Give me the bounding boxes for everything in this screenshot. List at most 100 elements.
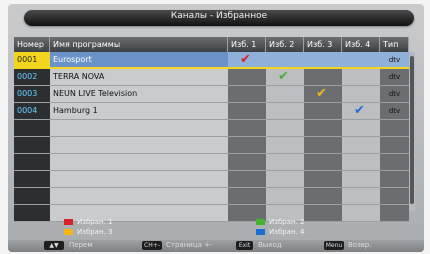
header-fav2: Изб. 2 — [266, 37, 304, 52]
channel-number: 0001 — [14, 52, 50, 69]
legend-fav1: Избран. 1 — [64, 217, 113, 227]
fav3-cell[interactable] — [304, 69, 342, 86]
channel-type — [380, 205, 409, 222]
fav4-cell — [342, 137, 380, 154]
fav4-cell — [342, 188, 380, 205]
channel-number: 0004 — [14, 103, 50, 120]
checkmark-icon: ✔ — [240, 52, 251, 67]
fav2-cell — [266, 137, 304, 154]
channel-type — [380, 120, 409, 137]
fav2-cell — [266, 120, 304, 137]
header-number: Номер — [14, 37, 50, 52]
channel-type — [380, 188, 409, 205]
channel-name — [50, 188, 228, 205]
fav4-cell — [342, 120, 380, 137]
fav4-cell — [342, 205, 380, 222]
fav3-cell[interactable] — [304, 103, 342, 120]
channel-row[interactable]: 0002 TERRA NOVA ✔ dtv — [14, 69, 409, 86]
channel-type — [380, 171, 409, 188]
header-program-name: Имя программы — [50, 37, 228, 52]
fav1-cell — [228, 188, 266, 205]
fav2-cell — [266, 171, 304, 188]
fav4-cell[interactable] — [342, 69, 380, 86]
header-type: Тип — [380, 37, 409, 52]
fav3-cell — [304, 120, 342, 137]
empty-row — [14, 137, 409, 154]
checkmark-icon: ✔ — [278, 69, 289, 84]
fav3-cell[interactable]: ✔ — [304, 86, 342, 103]
channel-name — [50, 137, 228, 154]
fav1-cell — [228, 171, 266, 188]
empty-row — [14, 171, 409, 188]
fav1-cell[interactable] — [228, 103, 266, 120]
channel-name: NEUN LIVE Television — [50, 86, 228, 103]
fav3-cell — [304, 137, 342, 154]
channel-row[interactable]: 0004 Hamburg 1 ✔ dtv — [14, 103, 409, 120]
move-label: Перем — [69, 241, 93, 249]
channel-name — [50, 120, 228, 137]
blue-swatch — [256, 229, 265, 235]
legend-fav1-label: Избран. 1 — [77, 218, 113, 226]
green-swatch — [256, 219, 265, 225]
menu-key-icon[interactable]: Menu — [324, 241, 344, 250]
channel-number — [14, 205, 50, 222]
empty-row — [14, 154, 409, 171]
page-label: Страница +- — [166, 241, 213, 249]
channel-number: 0003 — [14, 86, 50, 103]
checkmark-icon: ✔ — [354, 103, 365, 118]
move-key-icon[interactable]: ▲▼ — [44, 241, 64, 250]
fav3-cell[interactable] — [304, 52, 342, 69]
fav4-cell[interactable]: ✔ — [342, 103, 380, 120]
fav4-cell[interactable] — [342, 52, 380, 69]
fav3-cell — [304, 205, 342, 222]
yellow-swatch — [64, 229, 73, 235]
scrollbar[interactable] — [409, 52, 415, 211]
legend-fav3-label: Избран. 3 — [77, 228, 113, 236]
fav2-cell[interactable] — [266, 103, 304, 120]
legend-fav2: Избран. 2 — [256, 217, 305, 227]
channel-name — [50, 171, 228, 188]
header-fav1: Изб. 1 — [228, 37, 266, 52]
channel-type: dtv — [380, 69, 409, 86]
fav2-cell[interactable]: ✔ — [266, 69, 304, 86]
scrollbar-thumb[interactable] — [410, 56, 414, 204]
fav2-cell[interactable] — [266, 86, 304, 103]
red-swatch — [64, 219, 73, 225]
header-fav4: Изб. 4 — [342, 37, 380, 52]
fav1-cell — [228, 137, 266, 154]
fav2-cell[interactable] — [266, 52, 304, 69]
channel-row[interactable]: 0003 NEUN LIVE Television ✔ dtv — [14, 86, 409, 103]
channel-name: Eurosport — [50, 52, 228, 69]
channel-name — [50, 154, 228, 171]
channel-type — [380, 154, 409, 171]
fav4-cell — [342, 171, 380, 188]
exit-key-icon[interactable]: Exit — [236, 241, 253, 250]
page-title: Каналы - Избранное — [170, 11, 268, 21]
fav3-cell — [304, 188, 342, 205]
channel-type: dtv — [380, 103, 409, 120]
channel-number — [14, 120, 50, 137]
fav1-cell — [228, 120, 266, 137]
fav2-cell — [266, 188, 304, 205]
channel-name: TERRA NOVA — [50, 69, 228, 86]
channel-number — [14, 137, 50, 154]
legend-fav4: Избран. 4 — [256, 227, 305, 237]
fav4-cell[interactable] — [342, 86, 380, 103]
empty-row — [14, 188, 409, 205]
page-key-icon[interactable]: CH+- — [142, 241, 162, 250]
header-fav3: Изб. 3 — [304, 37, 342, 52]
menu-label: Возвр. — [348, 241, 372, 249]
legend-fav4-label: Избран. 4 — [269, 228, 305, 236]
fav1-cell — [228, 154, 266, 171]
fav1-cell[interactable]: ✔ — [228, 52, 266, 69]
channel-number: 0002 — [14, 69, 50, 86]
fav2-cell — [266, 154, 304, 171]
legend-fav3: Избран. 3 — [64, 227, 113, 237]
fav1-cell[interactable] — [228, 86, 266, 103]
channel-number — [14, 188, 50, 205]
channel-type: dtv — [380, 52, 409, 69]
fav4-cell — [342, 154, 380, 171]
fav1-cell[interactable] — [228, 69, 266, 86]
channel-row[interactable]: 0001 Eurosport ✔ dtv — [14, 52, 409, 69]
empty-row — [14, 120, 409, 137]
